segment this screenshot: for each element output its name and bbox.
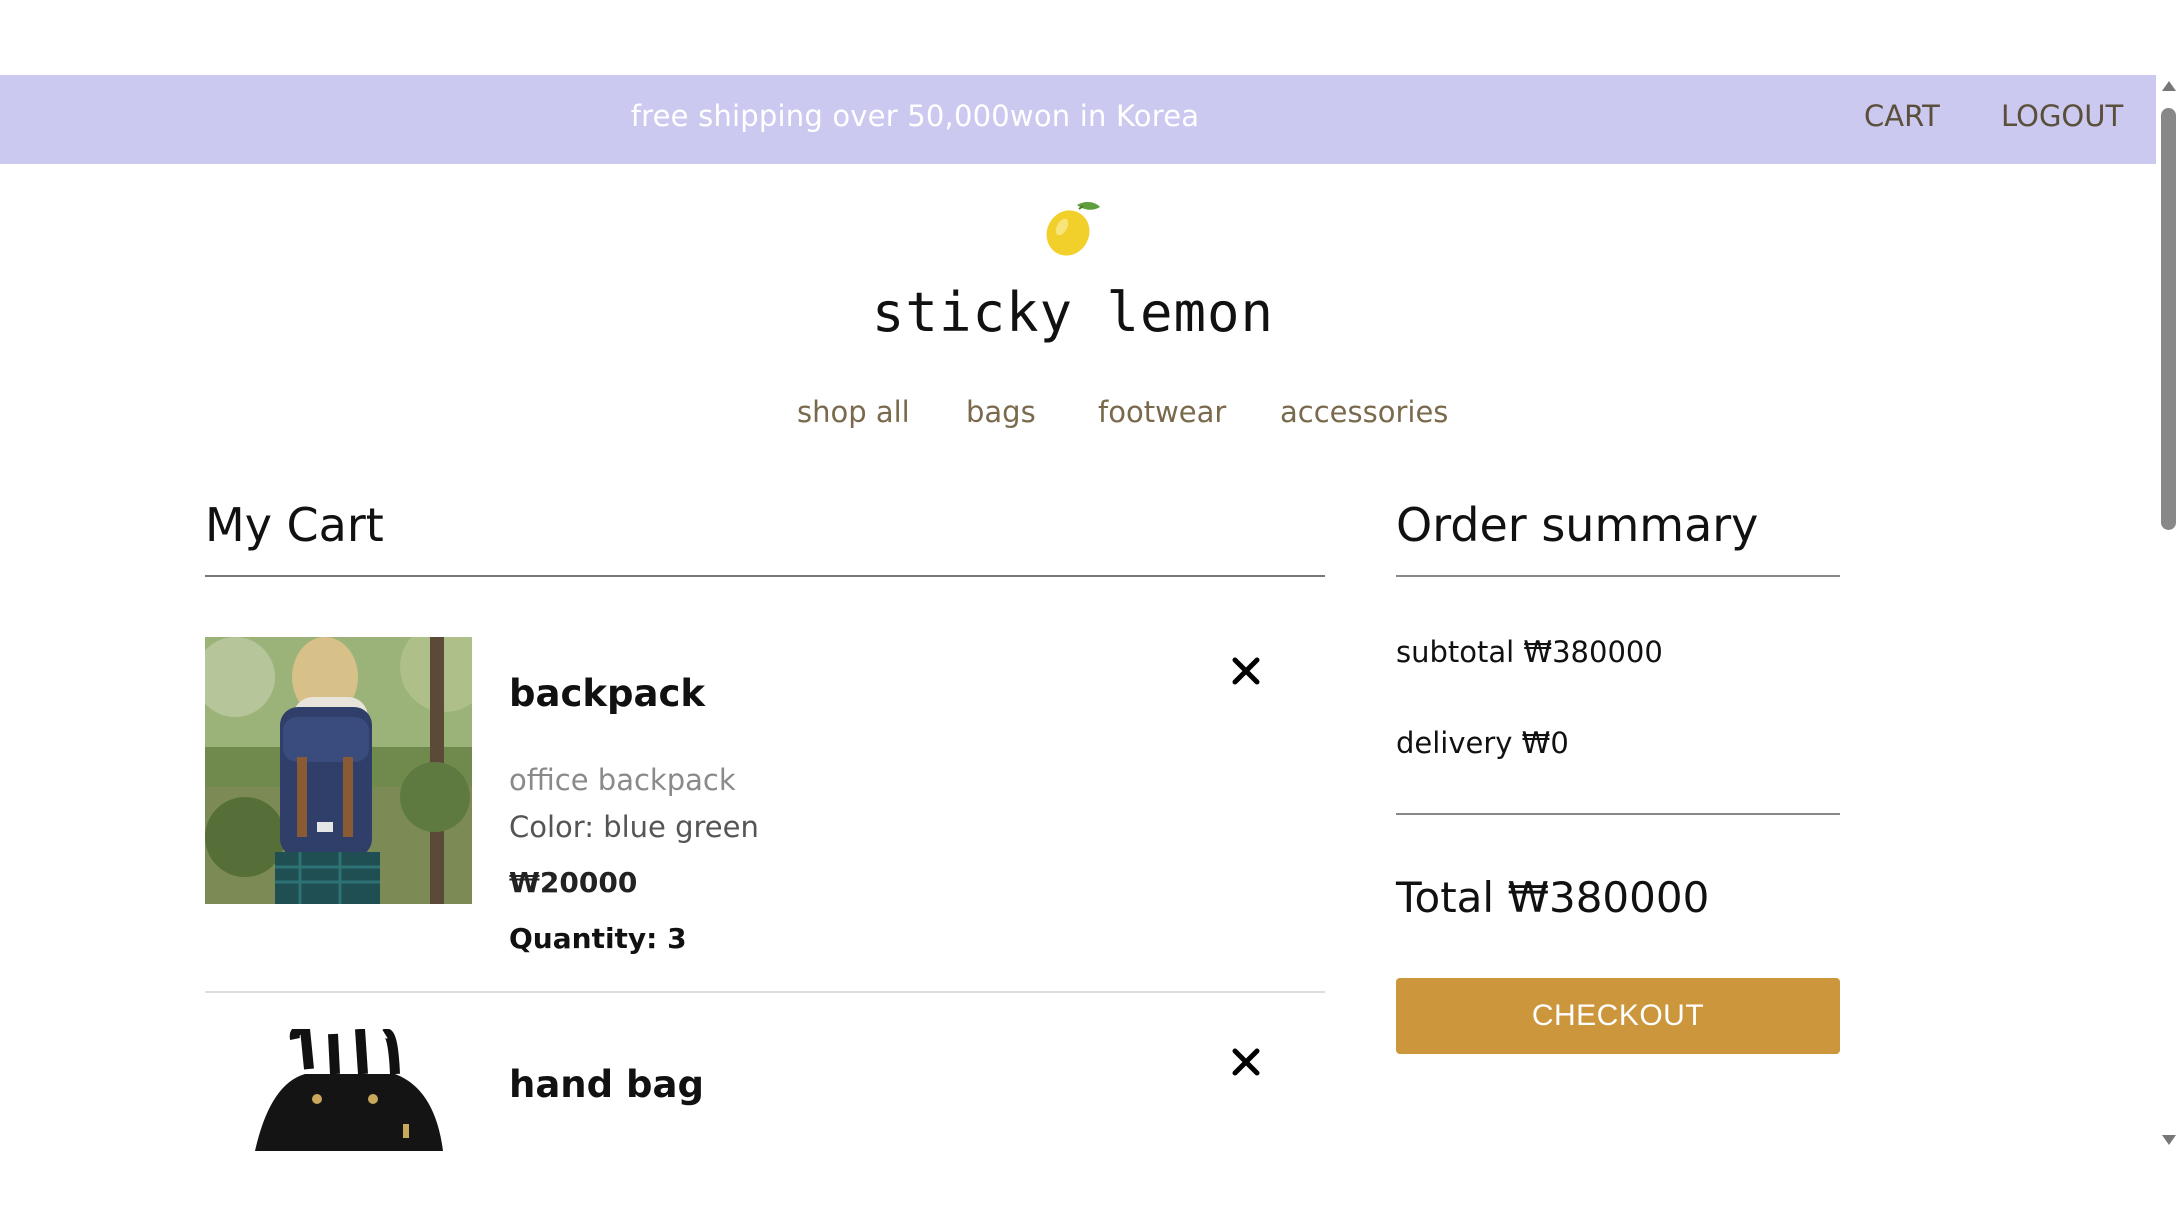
lemon-icon [1046,201,1100,256]
item-divider [205,991,1325,993]
summary-divider [1396,813,1840,815]
nav-accessories[interactable]: accessories [1280,395,1448,429]
item-name[interactable]: backpack [509,672,705,715]
remove-item-button[interactable] [1228,653,1264,689]
item-quantity: Quantity: 3 [509,922,687,955]
promo-text: free shipping over 50,000won in Korea [630,99,1200,133]
checkout-button[interactable]: CHECKOUT [1396,978,1840,1054]
logout-link[interactable]: LOGOUT [2001,99,2123,133]
brand-name[interactable]: sticky lemon [0,281,2146,344]
scroll-up-icon[interactable] [2162,81,2176,91]
subtotal: subtotal ₩380000 [1396,635,1663,669]
delivery: delivery ₩0 [1396,726,1569,760]
order-summary-title: Order summary [1396,498,1759,552]
cart-link[interactable]: CART [1864,99,1940,133]
close-icon [1232,1048,1260,1076]
summary-divider [1396,575,1840,577]
handbag-photo[interactable] [205,1029,472,1151]
remove-item-button[interactable] [1228,1044,1264,1080]
backpack-photo[interactable] [205,637,472,904]
item-name[interactable]: hand bag [509,1063,704,1106]
scrollbar[interactable] [2156,75,2181,1151]
promo-bar: free shipping over 50,000won in Korea CA… [0,75,2156,164]
page-viewport: free shipping over 50,000won in Korea CA… [0,75,2181,1151]
item-color: Color: blue green [509,810,759,844]
nav-shop-all[interactable]: shop all [797,395,910,429]
cart-title: My Cart [205,498,384,552]
close-icon [1232,657,1260,685]
scroll-thumb[interactable] [2161,108,2176,530]
item-description: office backpack [509,763,736,797]
nav-bags[interactable]: bags [966,395,1036,429]
nav-footwear[interactable]: footwear [1098,395,1226,429]
item-price: ₩20000 [509,866,638,899]
cart-divider [205,575,1325,577]
main-nav: shop all bags footwear accessories [0,395,2156,435]
scroll-down-icon[interactable] [2162,1135,2176,1145]
total: Total ₩380000 [1396,873,1710,922]
